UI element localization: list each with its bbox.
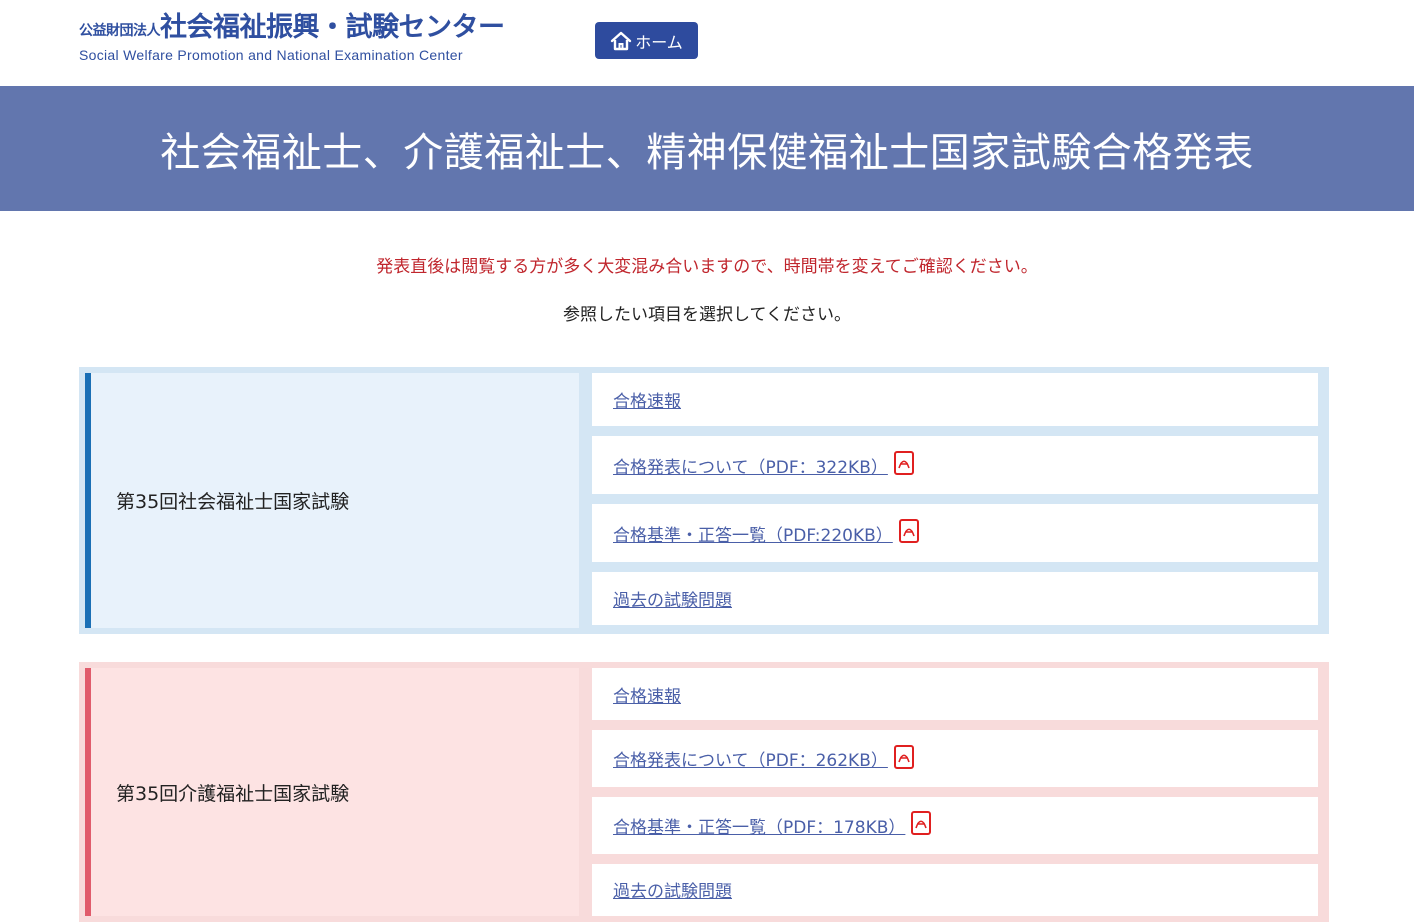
list-item: 合格基準・正答一覧（PDF：178KB）	[592, 797, 1318, 854]
list-item: 合格発表について（PDF：262KB）	[592, 730, 1318, 787]
list-item: 合格速報	[592, 373, 1318, 426]
home-button-label: ホーム	[635, 32, 683, 52]
page-banner: 社会福祉士、介護福祉士、精神保健福祉士国家試験合格発表	[0, 86, 1414, 211]
pass-criteria-pdf-link[interactable]: 合格基準・正答一覧（PDF：178KB）	[613, 813, 905, 838]
list-item: 過去の試験問題	[592, 863, 1318, 916]
selection-instruction: 参照したい項目を選択してください。	[563, 305, 851, 325]
logo-org-name: 社会福祉振興・試験センター	[160, 12, 505, 43]
pass-flash-link[interactable]: 合格速報	[613, 682, 681, 707]
link-label: 合格発表について（PDF：262KB）	[613, 751, 888, 772]
pass-criteria-pdf-link[interactable]: 合格基準・正答一覧（PDF:220KB）	[613, 521, 893, 546]
list-item: 合格発表について（PDF：322KB）	[592, 436, 1318, 494]
past-exam-questions-link[interactable]: 過去の試験問題	[613, 586, 732, 611]
list-item: 合格基準・正答一覧（PDF:220KB）	[592, 504, 1318, 562]
link-label: 合格基準・正答一覧（PDF：178KB）	[613, 817, 906, 838]
pass-announcement-pdf-link[interactable]: 合格発表について（PDF：322KB）	[613, 453, 888, 478]
logo-org-type: 公益財団法人	[79, 23, 161, 39]
exam-section-social-worker: 第35回社会福祉士国家試験 合格速報 合格発表について（PDF：322KB） 合…	[79, 367, 1329, 634]
logo-english-name: Social Welfare Promotion and National Ex…	[79, 47, 463, 63]
home-icon	[610, 31, 632, 51]
home-button[interactable]: ホーム	[595, 22, 698, 59]
past-exam-questions-link[interactable]: 過去の試験問題	[613, 877, 732, 902]
logo-title: 公益財団法人 社会福祉振興・試験センター	[79, 14, 505, 41]
exam-title: 第35回社会福祉士国家試験	[85, 373, 579, 628]
exam-link-list: 合格速報 合格発表について（PDF：262KB） 合格基準・正答一覧（PDF：1…	[592, 668, 1318, 916]
pass-announcement-pdf-link[interactable]: 合格発表について（PDF：262KB）	[613, 746, 888, 771]
exam-link-list: 合格速報 合格発表について（PDF：322KB） 合格基準・正答一覧（PDF:2…	[592, 373, 1318, 628]
page-title: 社会福祉士、介護福祉士、精神保健福祉士国家試験合格発表	[160, 129, 1254, 176]
list-item: 過去の試験問題	[592, 572, 1318, 625]
exam-title: 第35回介護福祉士国家試験	[85, 668, 579, 916]
link-label: 合格発表について（PDF：322KB）	[613, 457, 888, 478]
pdf-icon	[893, 744, 914, 773]
list-item: 合格速報	[592, 668, 1318, 721]
pdf-icon	[893, 451, 914, 479]
exam-section-care-worker: 第35回介護福祉士国家試験 合格速報 合格発表について（PDF：262KB） 合…	[79, 662, 1329, 922]
site-header: 公益財団法人 社会福祉振興・試験センター Social Welfare Prom…	[0, 0, 1414, 86]
pdf-icon	[911, 811, 932, 839]
congestion-notice: 発表直後は閲覧する方が多く大変混み合いますので、時間帯を変えてご確認ください。	[376, 257, 1038, 277]
pass-flash-link[interactable]: 合格速報	[613, 387, 681, 412]
link-label: 合格基準・正答一覧（PDF:220KB）	[613, 525, 893, 546]
pdf-icon	[898, 519, 919, 547]
site-logo[interactable]: 公益財団法人 社会福祉振興・試験センター Social Welfare Prom…	[79, 14, 505, 63]
